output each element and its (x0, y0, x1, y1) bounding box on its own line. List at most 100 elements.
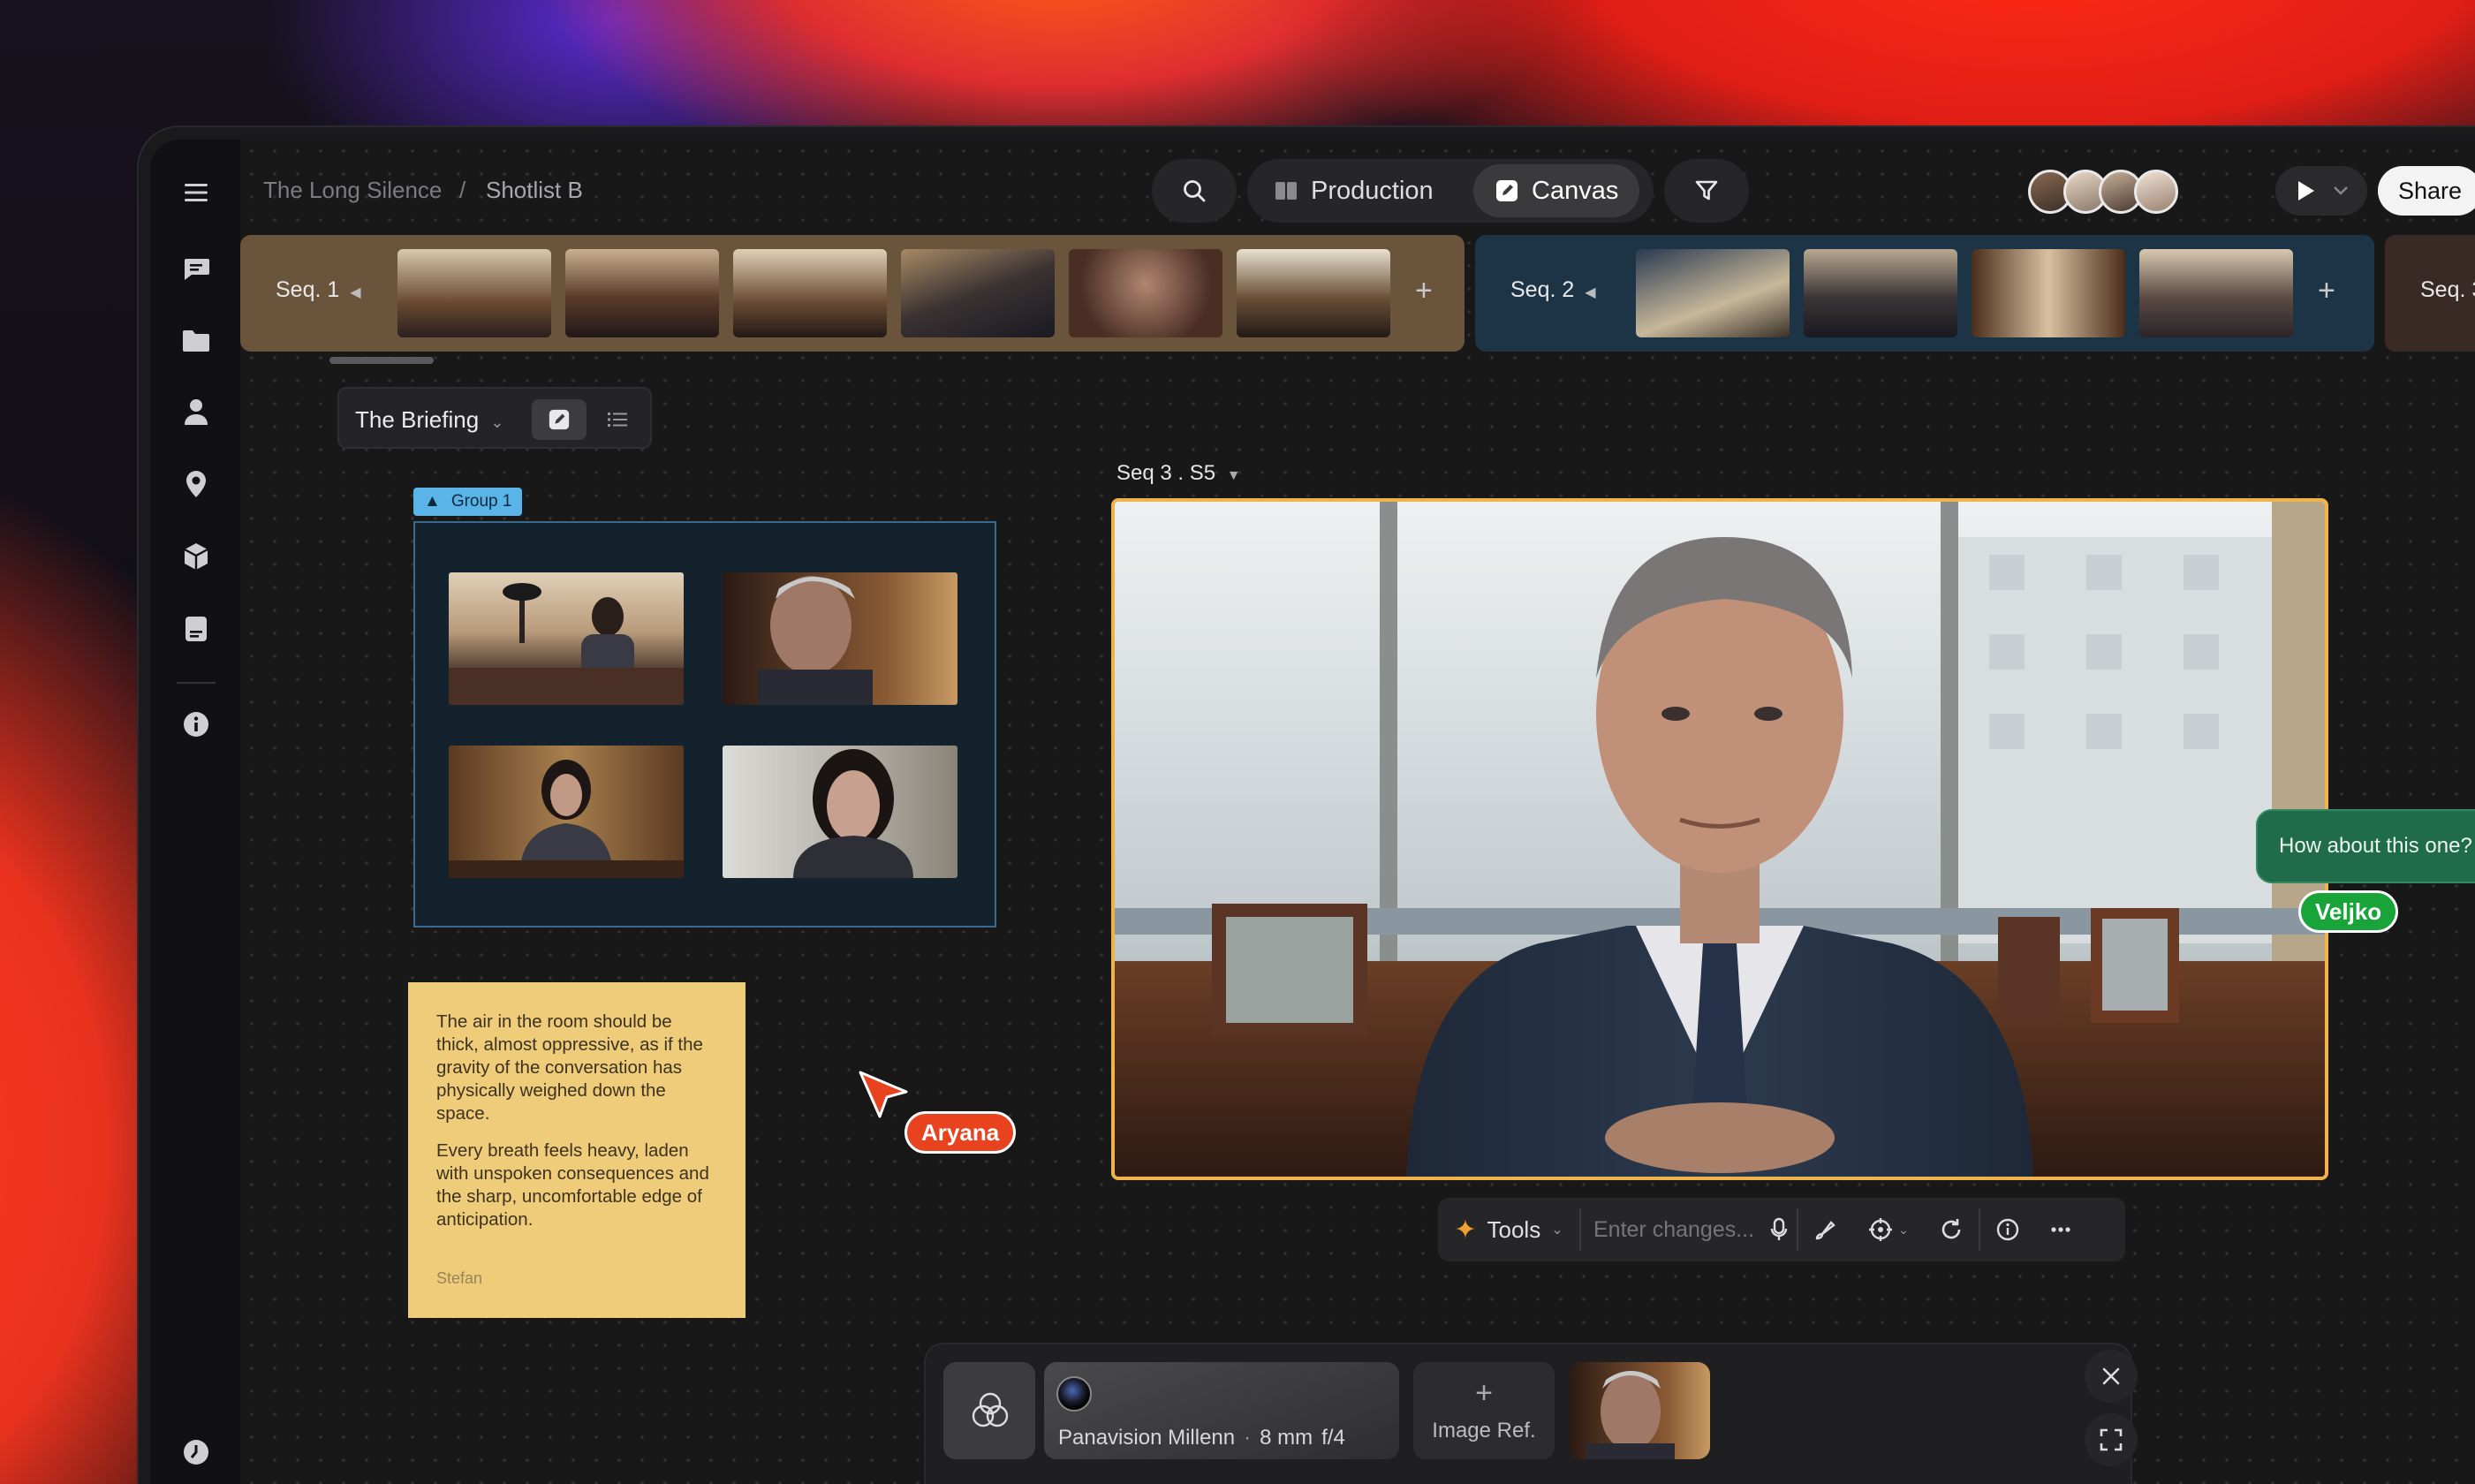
profile-icon[interactable] (180, 1436, 212, 1468)
group-image[interactable] (723, 746, 957, 878)
color-mix-button[interactable] (943, 1362, 1035, 1459)
chevron-down-icon (2333, 186, 2348, 195)
tab-production[interactable]: Production (1253, 164, 1455, 217)
filter-button[interactable] (1664, 159, 1749, 223)
generator-panel: Panavision Millenn · 8 mm f/4 + Image Re… (924, 1343, 2132, 1484)
shot-thumbnail[interactable] (565, 249, 719, 337)
user-icon[interactable] (180, 396, 212, 428)
info-icon[interactable] (180, 708, 212, 740)
play-button[interactable] (2275, 166, 2367, 216)
breadcrumb-separator: / (459, 177, 466, 203)
cursor-label-aryana: Aryana (904, 1111, 1017, 1154)
edit-icon (1496, 180, 1518, 201)
color-circles-icon (972, 1392, 1009, 1427)
background: The Long Silence / Shotlist B Production… (0, 0, 2475, 1484)
tools-dropdown[interactable]: ✦ Tools ⌄ (1438, 1198, 1579, 1261)
seq-label: Seq. 3 (2420, 277, 2475, 302)
changes-input[interactable] (1593, 1216, 1761, 1243)
folder-icon[interactable] (180, 325, 212, 357)
collapse-icon: ▲ (424, 492, 441, 511)
shot-thumbnail[interactable] (1069, 249, 1222, 337)
shot-thumbnail[interactable] (1237, 249, 1390, 337)
refresh-icon[interactable] (1924, 1198, 1979, 1261)
group-image[interactable] (449, 746, 684, 878)
list-icon (608, 413, 627, 427)
share-button[interactable]: Share (2378, 166, 2475, 216)
close-icon (2102, 1367, 2120, 1385)
shot-thumbnail[interactable] (2139, 249, 2293, 337)
menu-icon[interactable] (180, 177, 212, 208)
brush-icon[interactable] (1798, 1198, 1853, 1261)
cursor-icon (859, 1071, 908, 1118)
search-button[interactable] (1152, 159, 1237, 223)
more-icon[interactable] (2035, 1198, 2086, 1261)
edit-icon (549, 409, 570, 430)
play-icon (2297, 181, 2314, 201)
reference-image-thumbnail[interactable] (1569, 1362, 1710, 1459)
group-image[interactable] (449, 572, 684, 705)
fullscreen-icon (2100, 1428, 2123, 1451)
group-image[interactable] (723, 572, 957, 705)
document-icon[interactable] (180, 613, 212, 645)
comment-bubble[interactable]: How about this one? (2256, 809, 2475, 883)
shot-thumbnail[interactable] (397, 249, 551, 337)
sticky-author: Stefan (436, 1269, 483, 1287)
comment-text: How about this one? (2279, 834, 2472, 858)
shot-toolbar: ✦ Tools ⌄ ⌄ (1438, 1198, 2125, 1261)
plus-icon: + (1475, 1376, 1493, 1410)
camera-info: Panavision Millenn · 8 mm f/4 (1058, 1426, 1345, 1450)
close-button[interactable] (2085, 1350, 2138, 1403)
app-window: The Long Silence / Shotlist B Production… (150, 140, 2475, 1484)
cube-icon[interactable] (180, 541, 212, 572)
sticky-note[interactable]: The air in the room should be thick, alm… (408, 982, 746, 1318)
scene-name: The Briefing ⌄ (355, 406, 504, 433)
add-shot-button[interactable]: + (2318, 274, 2335, 308)
sidebar-divider (177, 682, 216, 684)
scene-selector[interactable]: The Briefing ⌄ (337, 387, 652, 449)
location-icon[interactable] (180, 468, 212, 500)
tab-production-label: Production (1311, 176, 1434, 205)
shot-label[interactable]: Seq 3 . S5 ▼ (1116, 461, 1241, 486)
list-view-button[interactable] (590, 399, 645, 440)
tab-canvas[interactable]: Canvas (1473, 164, 1640, 217)
seq-label: Seq. 2 ◀ (1510, 277, 1596, 302)
mode-switch: Production Canvas (1247, 159, 1654, 223)
lens-icon (1056, 1376, 1092, 1412)
shot-thumbnail[interactable] (901, 249, 1055, 337)
shot-thumbnail[interactable] (1636, 249, 1790, 337)
sequence-3[interactable]: Seq. 3 (2385, 235, 2475, 352)
microphone-icon[interactable] (1761, 1198, 1797, 1261)
add-image-ref-button[interactable]: + Image Ref. (1413, 1362, 1555, 1459)
chevron-down-icon: ⌄ (1551, 1223, 1563, 1238)
sparkle-icon: ✦ (1454, 1215, 1477, 1245)
main-shot-image[interactable] (1111, 498, 2328, 1180)
sequence-2[interactable]: Seq. 2 ◀ + (1475, 235, 2374, 352)
expand-button[interactable] (2085, 1413, 2138, 1466)
cursor-label-veljko: Veljko (2298, 890, 2399, 933)
search-icon (1184, 180, 1206, 202)
avatar[interactable] (2134, 170, 2178, 214)
filter-icon (1695, 180, 1718, 201)
sticky-text: The air in the room should be thick, alm… (436, 1011, 703, 1124)
tab-canvas-label: Canvas (1532, 176, 1619, 205)
shot-thumbnail[interactable] (733, 249, 887, 337)
group-frame[interactable] (413, 521, 996, 928)
camera-settings-card[interactable]: Panavision Millenn · 8 mm f/4 (1044, 1362, 1399, 1459)
sequence-1[interactable]: Seq. 1 ◀ + (240, 235, 1465, 352)
breadcrumb-page[interactable]: Shotlist B (486, 177, 583, 204)
seq-label: Seq. 1 ◀ (276, 277, 361, 302)
canvas[interactable]: The Long Silence / Shotlist B Production… (240, 140, 2475, 1484)
divider (1579, 1208, 1581, 1251)
breadcrumb-project[interactable]: The Long Silence (263, 177, 442, 204)
sticky-text: Every breath feels heavy, laden with uns… (436, 1140, 709, 1230)
shot-thumbnail[interactable] (1972, 249, 2125, 337)
group-label[interactable]: ▲ Group 1 (413, 488, 523, 516)
chat-icon[interactable] (180, 253, 212, 284)
shot-thumbnail[interactable] (1804, 249, 1957, 337)
strip-scrollbar[interactable] (329, 357, 434, 364)
add-shot-button[interactable]: + (1415, 274, 1433, 308)
target-icon[interactable]: ⌄ (1853, 1198, 1924, 1261)
canvas-view-button[interactable] (532, 399, 587, 440)
book-icon (1275, 182, 1297, 200)
info-icon[interactable] (1980, 1198, 2035, 1261)
